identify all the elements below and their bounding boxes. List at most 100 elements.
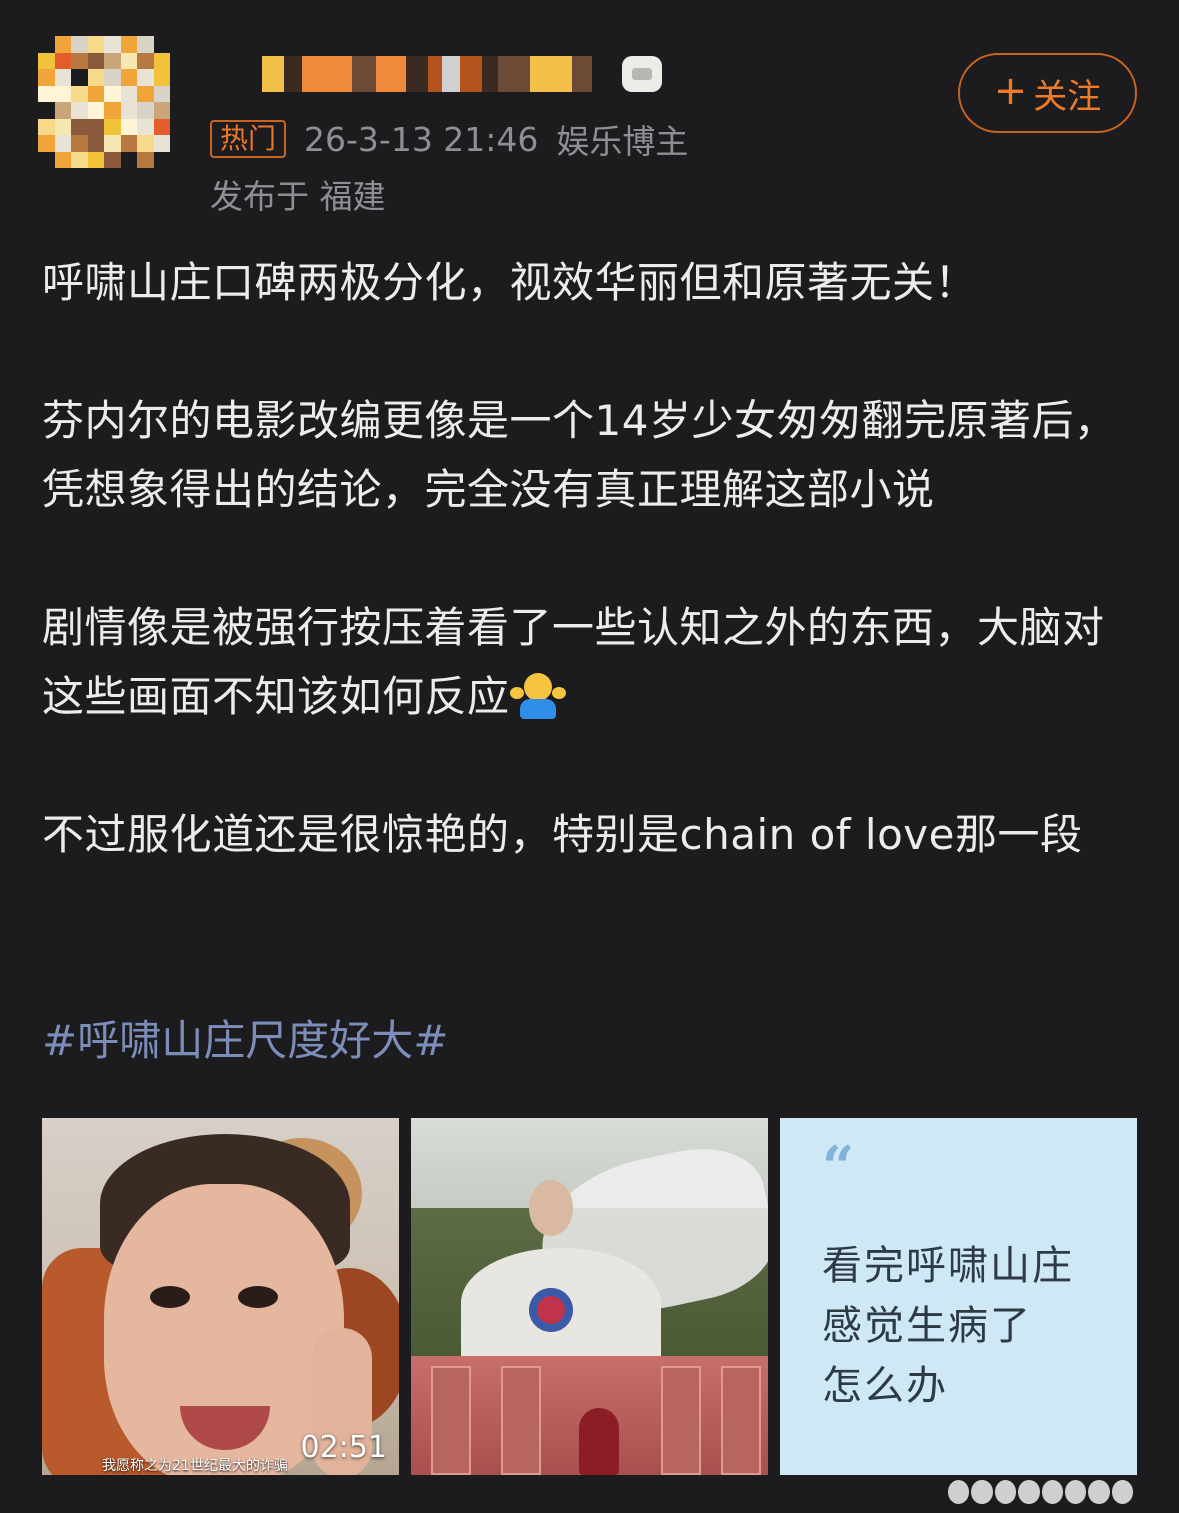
username-pixel [386,56,406,92]
avatar-pixel [71,135,88,152]
avatar-pixel [38,36,55,53]
avatar-pixel [87,36,104,53]
video-thumbnail[interactable]: 02:51 我愿称之为21世纪最大的诈骗 [42,1118,399,1475]
avatar-pixel [104,36,121,53]
avatar-pixel [153,151,170,168]
quote-line: 看完呼啸山庄 [822,1243,1074,1289]
avatar-pixel [153,118,170,135]
avatar-pixel [120,151,137,168]
avatar-pixel [104,118,121,135]
avatar-pixel [71,52,88,69]
watermark-blob [1111,1480,1133,1504]
avatar-pixel [153,85,170,102]
avatar-pixel [104,135,121,152]
watermark-blob [1018,1480,1040,1504]
avatar-pixel [153,69,170,86]
avatar-pixel [104,52,121,69]
username-pixel [482,56,498,92]
avatar-pixel [87,85,104,102]
avatar-pixel [54,135,71,152]
follow-button[interactable]: + 关注 [958,53,1137,133]
avatar-pixel [120,102,137,119]
avatar-pixel [54,102,71,119]
avatar-pixel [38,118,55,135]
watermark-blob [1041,1480,1063,1504]
username-pixel [498,56,518,92]
avatar-pixel [120,118,137,135]
avatar-pixel [153,135,170,152]
hashtag-link[interactable]: #呼啸山庄尺度好大# [42,1008,448,1074]
quote-mark-icon: “ [822,1134,855,1200]
username-pixel [302,56,322,92]
avatar-pixel [38,52,55,69]
watermark-blob [1064,1480,1087,1504]
avatar-pixel [54,52,71,69]
post-paragraph-text: 剧情像是被强行按压着看了一些认知之外的东西，大脑对这些画面不知该如何反应 [42,603,1105,721]
movie-still-image[interactable] [411,1118,768,1475]
post-paragraph: 呼啸山庄口碑两极分化，视效华丽但和原著无关！ [42,258,978,307]
avatar-pixel [87,69,104,86]
avatar-pixel [71,118,88,135]
avatar-pixel [137,36,154,53]
post-paragraph: 芬内尔的电影改编更像是一个14岁少女匆匆翻完原著后，凭想象得出的结论，完全没有真… [42,396,1117,514]
post-body: 呼啸山庄口碑两极分化，视效华丽但和原著无关！ 芬内尔的电影改编更像是一个14岁少… [42,248,1142,869]
avatar-pixel [71,85,88,102]
plus-icon: + [993,68,1028,114]
avatar-pixel [87,135,104,152]
avatar-pixel [104,151,121,168]
watermark-blob [1088,1480,1110,1504]
avatar-pixel [104,69,121,86]
avatar-pixel [38,151,55,168]
avatar-pixel [87,52,104,69]
username-pixel [530,56,554,92]
shrug-emoji-icon [509,671,566,719]
watermark-blob [994,1480,1017,1504]
avatar-pixel [137,85,154,102]
post-paragraph: 剧情像是被强行按压着看了一些认知之外的东西，大脑对这些画面不知该如何反应 [42,593,1142,731]
follow-label: 关注 [1033,76,1102,117]
username-blurred[interactable] [262,56,662,92]
avatar-pixel [137,151,154,168]
watermark-blob [948,1480,970,1504]
author-tag: 娱乐博主 [556,122,689,161]
weibo-post: + 关注 热门 26-3-13 21:46 娱乐博主 发布于 福建 呼啸山庄口碑… [0,0,1179,1513]
post-timestamp: 26-3-13 21:46 [304,119,539,159]
avatar-pixel [153,52,170,69]
username-pixel [376,56,386,92]
avatar-pixel [87,102,104,119]
post-paragraph: 不过服化道还是很惊艳的，特别是chain of love那一段 [42,810,1083,859]
video-duration: 02:51 [300,1430,387,1465]
avatar-pixel [120,52,137,69]
avatar-pixel [71,69,88,86]
username-pixel [406,56,428,92]
hot-badge: 热门 [210,120,287,158]
quote-card-image[interactable]: “ 看完呼啸山庄 感觉生病了 怎么办 [780,1118,1137,1475]
username-pixel [442,56,460,92]
avatar-pixel [71,102,88,119]
avatar-pixel [38,69,55,86]
avatar-pixel [120,85,137,102]
blurred-watermark [948,1480,1133,1504]
username-pixel [322,56,336,92]
quote-text: 看完呼啸山庄 感觉生病了 怎么办 [822,1236,1122,1416]
avatar-pixel [137,135,154,152]
avatar-pixel [71,36,88,53]
video-subtitle: 我愿称之为21世纪最大的诈骗 [102,1458,288,1474]
username-pixel [262,56,284,92]
username-pixel [336,56,352,92]
avatar-pixel [104,102,121,119]
avatar-pixel [54,85,71,102]
avatar-pixel [38,85,55,102]
avatar-pixel [38,102,55,119]
username-pixel [352,56,376,92]
post-meta: 热门 26-3-13 21:46 娱乐博主 [210,118,689,161]
avatar-pixel [137,52,154,69]
avatar-pixel [104,85,121,102]
avatar-pixel [71,151,88,168]
avatar-pixel [137,69,154,86]
avatar[interactable] [38,36,170,168]
avatar-pixel [54,151,71,168]
avatar-pixel [120,36,137,53]
username-pixel [284,56,302,92]
username-pixel [554,56,572,92]
